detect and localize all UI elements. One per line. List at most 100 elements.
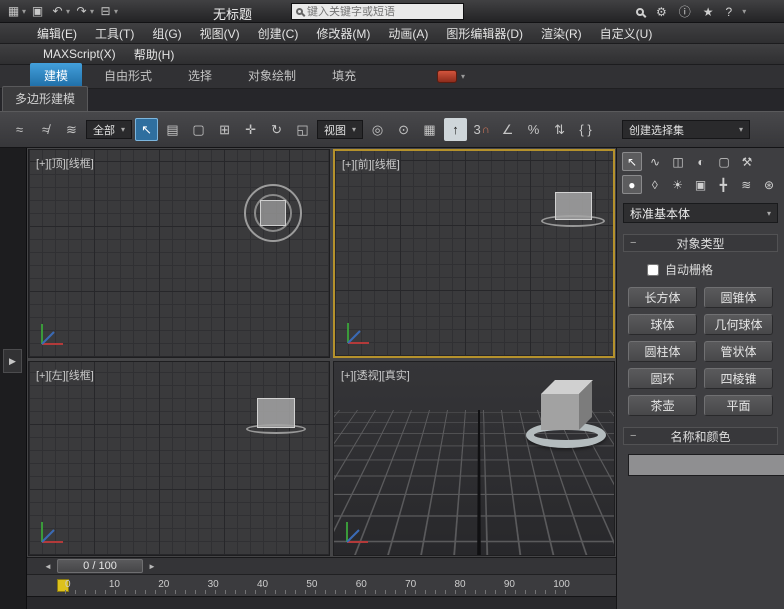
ribbon-tab-selection[interactable]: 选择 — [174, 63, 226, 88]
undo-icon[interactable]: ↶ — [48, 2, 67, 20]
select-and-move-icon[interactable]: ✛ — [239, 118, 262, 141]
viewport-left[interactable]: [+][左][线框] — [28, 361, 330, 556]
angle-snap-icon[interactable]: ∠ — [496, 118, 519, 141]
selection-region-icon[interactable]: ▢ — [187, 118, 210, 141]
ribbon-tab-populate[interactable]: 填充 — [318, 63, 370, 88]
viewport-label[interactable]: [+][顶][线框] — [36, 155, 94, 171]
search-icon[interactable] — [636, 8, 644, 16]
chevron-down-icon[interactable]: ▾ — [742, 7, 746, 16]
menu-edit[interactable]: 编辑(E) — [28, 23, 86, 43]
expand-panel-button[interactable]: ▶ — [3, 349, 22, 373]
window-crossing-icon[interactable]: ⊞ — [213, 118, 236, 141]
time-slider[interactable]: ◄ 0 / 100 ► — [27, 557, 616, 575]
modify-tab-icon[interactable]: ∿ — [645, 152, 665, 171]
utilities-tab-icon[interactable]: ⚒ — [737, 152, 757, 171]
viewport-front-active[interactable]: [+][前][线框] — [333, 149, 615, 358]
menu-maxscript[interactable]: MAXScript(X) — [34, 44, 125, 64]
primitive-category-dropdown[interactable]: 标准基本体 ▾ — [623, 203, 778, 223]
redo-icon[interactable]: ↷ — [72, 2, 91, 20]
select-and-manipulate-icon[interactable]: ⊙ — [392, 118, 415, 141]
cone-button[interactable]: 圆锥体 — [704, 287, 773, 308]
menu-group[interactable]: 组(G) — [143, 23, 190, 43]
geometry-category-icon[interactable]: ● — [622, 175, 642, 194]
menu-animation[interactable]: 动画(A) — [379, 23, 437, 43]
menu-tools[interactable]: 工具(T) — [86, 23, 143, 43]
percent-snap-icon[interactable]: % — [522, 118, 545, 141]
menu-help[interactable]: 帮助(H) — [125, 44, 184, 64]
menu-create[interactable]: 创建(C) — [249, 23, 308, 43]
box-button[interactable]: 长方体 — [628, 287, 697, 308]
torus-button[interactable]: 圆环 — [628, 368, 697, 389]
select-and-scale-icon[interactable]: ◱ — [291, 118, 314, 141]
project-folder-icon[interactable]: ⊟ — [96, 2, 115, 20]
save-icon[interactable]: ▣ — [28, 2, 47, 20]
tab-polygon-modeling[interactable]: 多边形建模 — [2, 86, 88, 111]
create-tab-icon[interactable]: ↖ — [622, 152, 642, 171]
viewport-perspective[interactable]: [+][透视][真实] — [333, 361, 615, 556]
menu-graph-editors[interactable]: 图形编辑器(D) — [437, 23, 532, 43]
plane-button[interactable]: 平面 — [704, 395, 773, 416]
spinner-snap-icon[interactable]: ⇅ — [548, 118, 571, 141]
viewport-label[interactable]: [+][左][线框] — [36, 367, 94, 383]
systems-category-icon[interactable]: ⊛ — [759, 175, 779, 194]
ribbon-tab-modeling[interactable]: 建模 — [30, 63, 82, 88]
application-menu-icon[interactable]: ▦ — [4, 2, 23, 20]
cylinder-button[interactable]: 圆柱体 — [628, 341, 697, 362]
lights-category-icon[interactable]: ☀ — [668, 175, 688, 194]
menu-rendering[interactable]: 渲染(R) — [532, 23, 591, 43]
keyboard-override-icon[interactable]: ▦ — [418, 118, 441, 141]
select-by-name-icon[interactable]: ▤ — [161, 118, 184, 141]
chevron-down-icon[interactable]: ▾ — [461, 72, 465, 81]
menu-customize[interactable]: 自定义(U) — [591, 23, 662, 43]
infocenter-search-box[interactable] — [291, 3, 464, 20]
select-object-icon[interactable]: ↖ — [135, 118, 158, 141]
viewport-label[interactable]: [+][透视][真实] — [341, 367, 410, 383]
snaps-toggle-icon[interactable]: ↑ — [444, 118, 467, 141]
menu-views[interactable]: 视图(V) — [191, 23, 249, 43]
pyramid-button[interactable]: 四棱锥 — [704, 368, 773, 389]
autogrid-checkbox[interactable] — [647, 264, 659, 276]
ribbon-config-icon[interactable] — [437, 70, 457, 83]
viewport-top[interactable]: [+][顶][线框] — [28, 149, 330, 358]
name-color-rollout-header[interactable]: − 名称和颜色 — [623, 427, 778, 445]
named-selection-dropdown[interactable]: 创建选择集 ▾ — [622, 120, 750, 139]
tube-button[interactable]: 管状体 — [704, 341, 773, 362]
chevron-down-icon[interactable]: ▾ — [66, 7, 70, 16]
selection-filter-dropdown[interactable]: 全部 ▾ — [86, 120, 132, 139]
helpers-category-icon[interactable]: ╋ — [713, 175, 733, 194]
select-and-link-icon[interactable]: ≈ — [8, 118, 31, 141]
object-type-rollout-header[interactable]: − 对象类型 — [623, 234, 778, 252]
ribbon-tab-freeform[interactable]: 自由形式 — [90, 63, 166, 88]
select-and-rotate-icon[interactable]: ↻ — [265, 118, 288, 141]
spacewarps-category-icon[interactable]: ≋ — [736, 175, 756, 194]
settings-wrench-icon[interactable]: ⚙ — [656, 5, 667, 19]
bind-to-spacewarp-icon[interactable]: ≋ — [60, 118, 83, 141]
unlink-selection-icon[interactable]: ≉ — [34, 118, 57, 141]
snap-3d-icon[interactable]: 3 ∩ — [470, 118, 493, 141]
track-bar[interactable]: 0 10 20 30 40 50 60 70 80 90 100 — [27, 575, 616, 597]
hierarchy-tab-icon[interactable]: ◫ — [668, 152, 688, 171]
communication-center-icon[interactable]: ⓘ — [679, 3, 691, 20]
object-name-input[interactable] — [628, 454, 784, 476]
viewport-label[interactable]: [+][前][线框] — [342, 156, 400, 172]
display-tab-icon[interactable]: ▢ — [714, 152, 734, 171]
help-icon[interactable]: ? — [726, 5, 733, 19]
cameras-category-icon[interactable]: ▣ — [691, 175, 711, 194]
reference-coordinate-dropdown[interactable]: 视图 ▾ — [317, 120, 363, 139]
chevron-down-icon[interactable]: ▾ — [90, 7, 94, 16]
next-frame-button[interactable]: ► — [145, 559, 159, 573]
teapot-button[interactable]: 茶壶 — [628, 395, 697, 416]
sphere-button[interactable]: 球体 — [628, 314, 697, 335]
geosphere-button[interactable]: 几何球体 — [704, 314, 773, 335]
ribbon-tab-object-paint[interactable]: 对象绘制 — [234, 63, 310, 88]
favorites-icon[interactable]: ★ — [703, 5, 714, 19]
edit-named-selections-icon[interactable]: { } — [574, 118, 597, 141]
menu-modifiers[interactable]: 修改器(M) — [307, 23, 379, 43]
previous-frame-button[interactable]: ◄ — [41, 559, 55, 573]
time-slider-handle[interactable]: 0 / 100 — [57, 559, 143, 573]
motion-tab-icon[interactable]: ◐ — [691, 152, 711, 171]
use-pivot-center-icon[interactable]: ◎ — [366, 118, 389, 141]
chevron-down-icon[interactable]: ▾ — [114, 7, 118, 16]
search-input[interactable] — [307, 6, 459, 18]
chevron-down-icon[interactable]: ▾ — [22, 7, 26, 16]
